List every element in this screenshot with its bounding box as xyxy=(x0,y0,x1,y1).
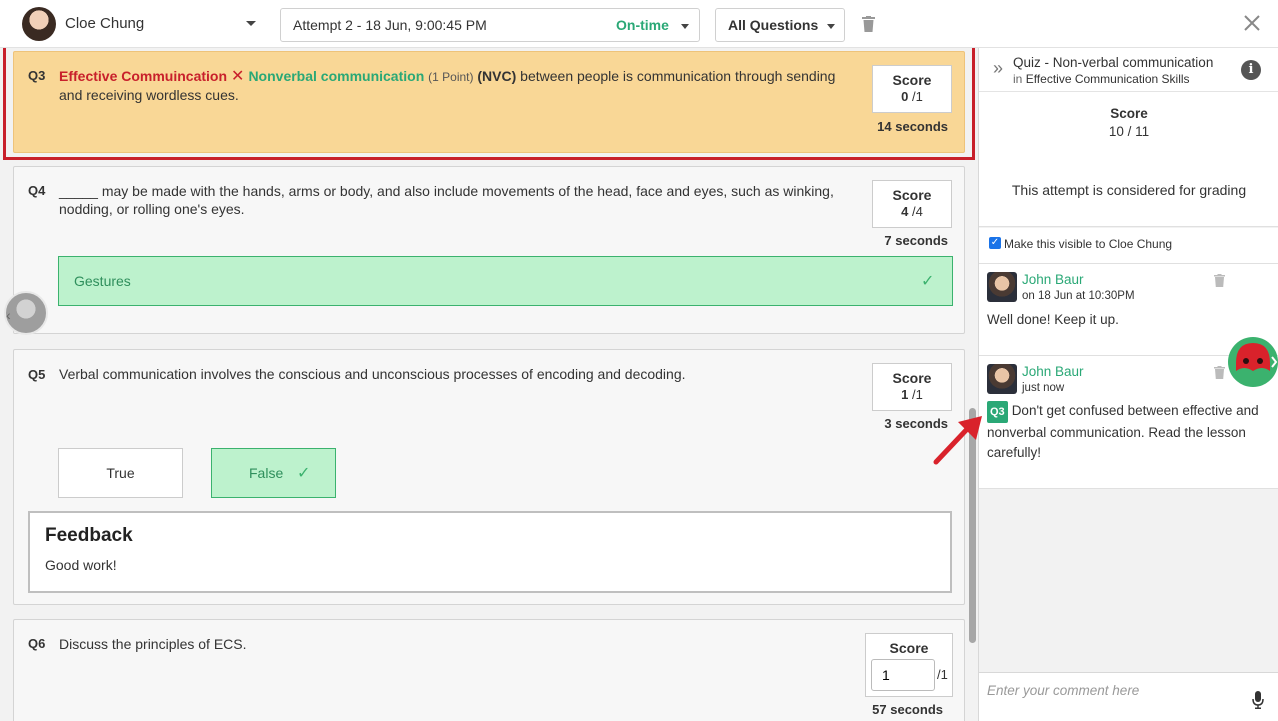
questions-list: Q3 Effective Commuincation ✕ Nonverbal com… xyxy=(0,48,978,721)
comment-time: just now xyxy=(1022,382,1065,394)
annotation-arrow xyxy=(933,416,982,465)
double-chevron-right-icon[interactable]: » xyxy=(993,58,1003,79)
chevron-down-icon xyxy=(681,24,689,29)
attempt-selector[interactable]: Attempt 2 - 18 Jun, 9:00:45 PM On-time xyxy=(280,8,700,42)
question-link-chip[interactable]: Q3 xyxy=(987,401,1008,423)
microphone-icon[interactable] xyxy=(1252,691,1264,709)
total-score-label: Score xyxy=(1110,106,1148,121)
question-number: Q4 xyxy=(28,183,46,198)
question-points: (1 Point) xyxy=(428,70,474,84)
score-input[interactable] xyxy=(871,659,935,691)
comment-input[interactable]: Enter your comment here xyxy=(979,672,1278,721)
grading-panel: » Quiz - Non-verbal communication in Eff… xyxy=(978,48,1278,721)
comment-placeholder: Enter your comment here xyxy=(987,683,1140,698)
score-label: Score xyxy=(892,187,932,203)
info-icon[interactable]: i xyxy=(1241,60,1261,80)
questions-filter[interactable]: All Questions xyxy=(715,8,845,42)
next-student-badge[interactable] xyxy=(1228,337,1278,387)
question-duration: 57 seconds xyxy=(872,702,943,717)
question-text: Discuss the principles of ECS. xyxy=(59,636,247,652)
top-bar: Cloe Chung Attempt 2 - 18 Jun, 9:00:45 P… xyxy=(0,0,1278,48)
student-avatar xyxy=(22,7,56,41)
comment-author[interactable]: John Baur xyxy=(1022,364,1084,379)
score-label: Score xyxy=(892,370,932,386)
chevron-down-icon xyxy=(827,24,835,29)
comment-avatar xyxy=(987,272,1017,302)
score-box: Score /1 xyxy=(865,633,953,697)
comment-avatar xyxy=(987,364,1017,394)
comment-text: Q3 Don't get confused between effective a… xyxy=(987,401,1259,460)
question-card-q6: Q6 Discuss the principles of ECS. Score … xyxy=(13,619,965,721)
score-box: Score 0 /1 xyxy=(872,65,952,113)
comment-item: John Baur on 18 Jun at 10:30PM Well done… xyxy=(979,264,1278,356)
question-duration: 14 seconds xyxy=(877,119,948,134)
visibility-option: ✓ Make this visible to Cloe Chung xyxy=(979,228,1278,264)
close-icon[interactable] xyxy=(1243,14,1261,32)
comment-time: on 18 Jun at 10:30PM xyxy=(1022,290,1135,302)
attempt-score: Score 10 / 11 This attempt is considered… xyxy=(979,92,1278,227)
answer-text: Gestures xyxy=(74,273,131,289)
score-value: 4 /4 xyxy=(901,204,923,219)
answer-gestures: Gestures ✓ xyxy=(58,256,953,306)
question-number: Q3 xyxy=(28,68,46,83)
check-icon: ✓ xyxy=(297,465,311,482)
course-name: in Effective Communication Skills xyxy=(1013,72,1190,86)
comment-text: Well done! Keep it up. xyxy=(987,312,1119,327)
grading-note: This attempt is considered for grading xyxy=(1011,182,1247,198)
wrong-category-tag: Effective Commuincation xyxy=(59,68,228,84)
question-card-q3: Q3 Effective Commuincation ✕ Nonverbal com… xyxy=(13,51,965,153)
panel-header: » Quiz - Non-verbal communication in Eff… xyxy=(979,48,1278,92)
score-label: Score xyxy=(889,640,929,656)
questions-filter-label: All Questions xyxy=(728,17,819,33)
visibility-label: Make this visible to Cloe Chung xyxy=(1004,237,1173,251)
score-label: Score xyxy=(892,72,932,88)
attempt-label: Attempt 2 - 18 Jun, 9:00:45 PM xyxy=(293,17,487,33)
attempt-status: On-time xyxy=(616,17,669,33)
score-value: 1 /1 xyxy=(901,387,923,402)
score-box: Score 1 /1 xyxy=(872,363,952,411)
score-value: 0 /1 xyxy=(901,89,923,104)
quiz-title: Quiz - Non-verbal communication xyxy=(1013,55,1214,70)
option-false: False ✓ xyxy=(211,448,336,498)
question-duration: 7 seconds xyxy=(884,233,948,248)
question-text: _____ may be made with the hands, arms o… xyxy=(59,183,834,217)
score-box: Score 4 /4 xyxy=(872,180,952,228)
cross-icon: ✕ xyxy=(231,68,245,85)
question-text: Effective Commuincation ✕ Nonverbal commun… xyxy=(59,67,859,104)
question-card-q5: Q5 Verbal communication involves the con… xyxy=(13,349,965,605)
visibility-checkbox[interactable]: ✓ xyxy=(989,237,1001,249)
score-total: /1 xyxy=(937,667,948,682)
question-number: Q5 xyxy=(28,367,46,382)
question-card-q4: Q4 _____ may be made with the hands, arm… xyxy=(13,166,965,334)
option-true: True xyxy=(58,448,183,498)
student-name[interactable]: Cloe Chung xyxy=(65,15,144,32)
chevron-down-icon[interactable] xyxy=(246,21,256,26)
question-text: Verbal communication involves the consci… xyxy=(59,366,686,382)
feedback-text: Good work! xyxy=(45,557,117,573)
trash-icon[interactable] xyxy=(862,16,875,32)
feedback-box: Feedback Good work! xyxy=(28,511,952,593)
check-icon: ✓ xyxy=(921,273,935,290)
feedback-title: Feedback xyxy=(45,525,133,546)
mascot-icon xyxy=(1236,343,1278,371)
question-abbr: (NVC) xyxy=(477,68,517,84)
option-text: False xyxy=(249,465,284,481)
question-number: Q6 xyxy=(28,636,46,651)
correct-category-tag: Nonverbal communication xyxy=(248,68,425,84)
chevron-left-icon[interactable]: ‹ xyxy=(6,307,11,323)
comment-author[interactable]: John Baur xyxy=(1022,272,1084,287)
trash-icon[interactable] xyxy=(1214,274,1225,287)
trash-icon[interactable] xyxy=(1214,366,1225,379)
total-score-value: 10 / 11 xyxy=(1108,124,1150,139)
